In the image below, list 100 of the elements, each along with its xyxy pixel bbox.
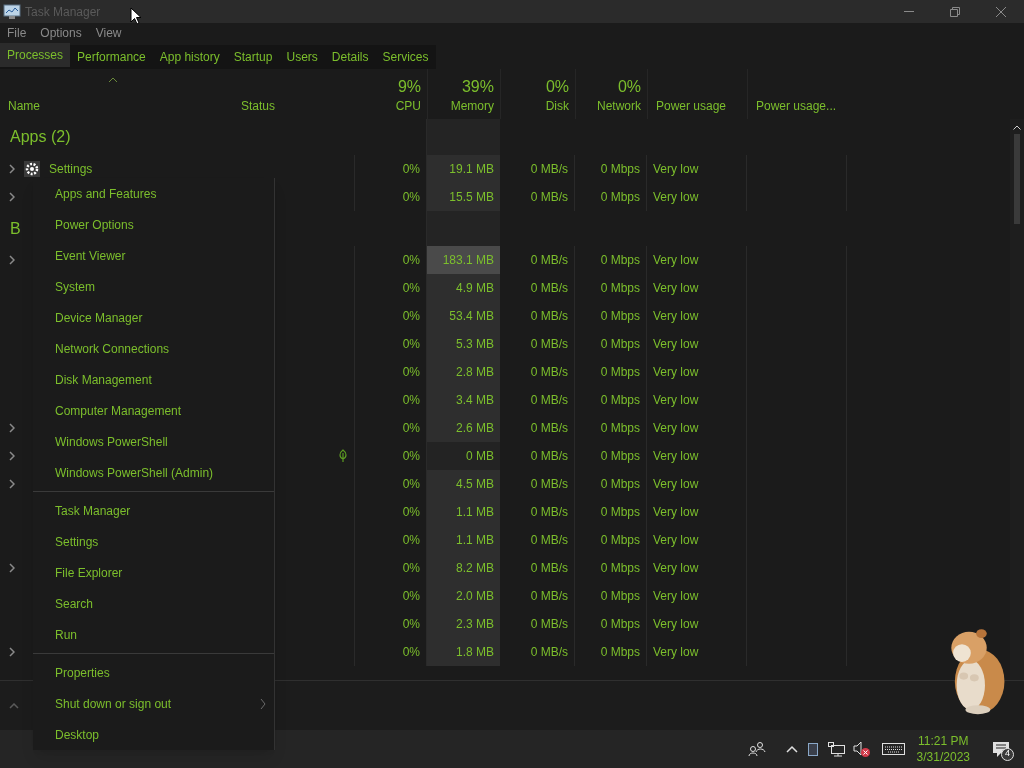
expand-chevron-icon[interactable] [9, 423, 15, 433]
clock[interactable]: 11:21 PM 3/31/2023 [916, 733, 970, 765]
column-header[interactable]: CPU [395, 97, 421, 115]
table-cell-text: 0 MB/s [530, 644, 568, 661]
table-cell-text: 0 Mbps [600, 161, 640, 178]
context-menu-item[interactable]: Windows PowerShell (Admin) [33, 457, 274, 488]
context-menu-item[interactable]: Shut down or sign out [33, 688, 274, 719]
expand-chevron-icon[interactable] [9, 192, 15, 202]
tablet-icon[interactable] [807, 742, 818, 756]
tab[interactable]: App history [152, 45, 227, 69]
context-menu-item[interactable]: Task Manager [33, 495, 274, 526]
table-cell-text: 0 MB/s [530, 476, 568, 493]
context-menu-item[interactable]: Disk Management [33, 364, 274, 395]
table-cell-text: Very low [653, 336, 699, 353]
process-name: Settings [49, 161, 93, 178]
table-cell-text: 0 Mbps [600, 504, 640, 521]
expand-chevron-icon[interactable] [9, 563, 15, 573]
table-cell: 15.5 MB [427, 183, 500, 211]
menu-item[interactable]: File [7, 24, 27, 42]
table-cell-text: 0% [402, 560, 420, 577]
context-menu-item[interactable]: Device Manager [33, 302, 274, 333]
speaker-icon[interactable] [852, 741, 870, 757]
context-menu-item[interactable]: Settings [33, 526, 274, 557]
tab[interactable]: Startup [226, 45, 280, 69]
collapse-chevron-icon[interactable] [9, 702, 19, 709]
table-cell-text: Very low [653, 616, 699, 633]
chevron-up-icon[interactable] [785, 745, 798, 753]
context-menu-item[interactable]: Apps and Features [33, 178, 274, 209]
table-cell-text: Very low [653, 476, 699, 493]
context-menu-item[interactable]: Properties [33, 657, 274, 688]
expand-chevron-icon[interactable] [9, 479, 15, 489]
table-cell: 4.9 MB [427, 274, 500, 302]
table-cell-text: Very low [653, 588, 699, 605]
column-header[interactable]: Power usage... [756, 97, 837, 115]
table-cell-text: 0 MB/s [530, 280, 568, 297]
context-menu-item[interactable]: System [33, 271, 274, 302]
expand-chevron-icon[interactable] [9, 647, 15, 657]
table-cell-text: Very low [653, 252, 699, 269]
table-cell-text: 0 MB/s [530, 420, 568, 437]
menu-item[interactable]: View [95, 24, 122, 42]
table-cell-text: 0 MB/s [530, 189, 568, 206]
tab[interactable]: Users [279, 45, 325, 69]
table-cell-text: 0% [402, 644, 420, 661]
context-menu-item[interactable]: Windows PowerShell [33, 426, 274, 457]
keyboard-icon[interactable] [881, 743, 905, 755]
table-cell: 5.3 MB [427, 330, 500, 358]
table-cell-text: 0 Mbps [600, 392, 640, 409]
table-cell: 0 MB [427, 442, 500, 470]
expand-chevron-icon[interactable] [9, 451, 15, 461]
table-cell-text: 0% [402, 308, 420, 325]
menu-item[interactable]: Options [40, 24, 82, 42]
table-cell-text: 0 Mbps [600, 644, 640, 661]
context-menu-item[interactable]: Desktop [33, 719, 274, 750]
table-cell-text: 0% [402, 420, 420, 437]
context-menu-item[interactable]: Network Connections [33, 333, 274, 364]
table-cell-text: 0 MB/s [530, 252, 568, 269]
table-cell-text: 0% [402, 392, 420, 409]
tab[interactable]: Processes [0, 43, 71, 67]
table-cell: 19.1 MB [427, 155, 500, 183]
table-cell-text: 0% [402, 336, 420, 353]
context-menu-item[interactable]: Computer Management [33, 395, 274, 426]
table-cell-text: 0 MB/s [530, 392, 568, 409]
table-cell: 2.6 MB [427, 414, 500, 442]
column-header[interactable]: Power usage [656, 97, 727, 115]
people-icon[interactable] [747, 741, 766, 757]
context-menu-item[interactable]: Event Viewer [33, 240, 274, 271]
context-menu-item[interactable]: Run [33, 619, 274, 650]
column-total: 9% [397, 77, 421, 97]
table-cell-text: Very low [653, 161, 699, 178]
context-menu-item[interactable]: Power Options [33, 209, 274, 240]
table-cell-text: 0 MB/s [530, 161, 568, 178]
table-cell-text: Very low [653, 644, 699, 661]
expand-chevron-icon[interactable] [9, 164, 15, 174]
table-cell-text: 0 MB/s [530, 588, 568, 605]
column-header[interactable]: Status [241, 97, 276, 115]
table-cell-text: Very low [653, 280, 699, 297]
table-cell: 1.1 MB [427, 498, 500, 526]
network-icon[interactable] [827, 741, 845, 757]
column-header[interactable]: Name [8, 97, 40, 115]
table-cell: 1.1 MB [427, 526, 500, 554]
column-header[interactable]: Network [597, 97, 641, 115]
scroll-up-icon [1013, 125, 1021, 130]
cursor-icon [130, 7, 142, 25]
context-menu-item[interactable]: File Explorer [33, 557, 274, 588]
table-cell-text: 0 Mbps [600, 448, 640, 465]
expand-chevron-icon[interactable] [9, 255, 15, 265]
table-cell-text: 0% [402, 588, 420, 605]
clock-date: 3/31/2023 [916, 749, 970, 765]
tab[interactable]: Details [324, 45, 376, 69]
table-cell-text: 0 Mbps [600, 420, 640, 437]
table-cell-text: 0% [402, 161, 420, 178]
tab[interactable]: Services [375, 45, 436, 69]
context-menu-item[interactable]: Search [33, 588, 274, 619]
table-cell-text: 0 Mbps [600, 588, 640, 605]
column-header[interactable]: Disk [545, 97, 569, 115]
table-cell-text: Very low [653, 560, 699, 577]
column-header[interactable]: Memory [450, 97, 494, 115]
tab[interactable]: Performance [70, 45, 153, 69]
table-cell: 53.4 MB [427, 302, 500, 330]
table-cell-text: 0 MB/s [530, 504, 568, 521]
